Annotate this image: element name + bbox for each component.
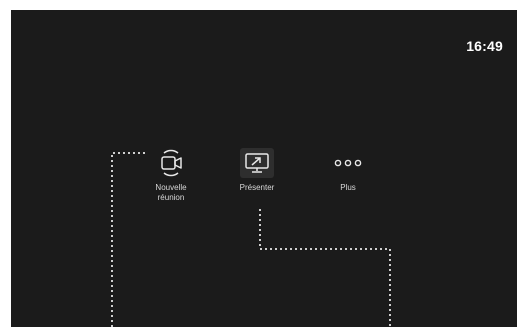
dotted-guide-lines (111, 152, 391, 327)
teams-room-screen: 16:49 Nouvelle réunion Présenter Plus (11, 10, 517, 327)
